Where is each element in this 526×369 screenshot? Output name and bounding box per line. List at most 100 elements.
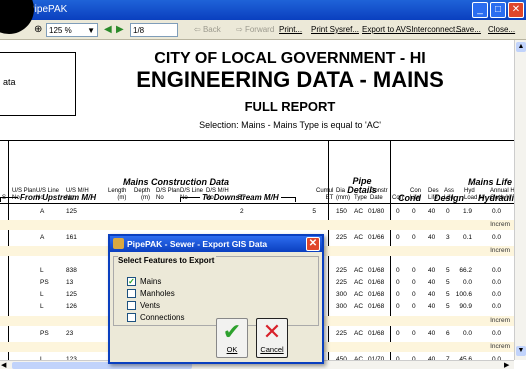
cell-line: PS	[40, 330, 49, 337]
ok-button[interactable]: ✔ OK	[216, 318, 248, 358]
cell-dia: 300	[336, 303, 347, 310]
col-s: S	[2, 195, 7, 201]
cell-hyd: 66.2	[459, 267, 472, 274]
cell-ann: 0.0	[492, 234, 502, 241]
col-ds-plan-no: D/S Plan No	[156, 188, 180, 201]
col-ds-mh-no: D/S M/H No	[206, 188, 229, 201]
increment-label: Increm	[490, 343, 510, 350]
header-divider	[0, 140, 514, 141]
cell-mh: 125	[66, 291, 77, 298]
col-depth: Depth (m)	[134, 188, 151, 201]
cell-ann: 0.0	[492, 330, 502, 337]
cell-et: 2	[240, 208, 244, 215]
checkbox-box[interactable]	[127, 313, 136, 322]
cell-mh: 125	[66, 208, 77, 215]
checkbox-box[interactable]	[127, 289, 136, 298]
minimize-button[interactable]: _	[472, 2, 488, 18]
first-page-icon[interactable]: ◀	[104, 23, 112, 37]
cell-hyd: 1.9	[462, 208, 472, 215]
dialog-app-icon	[113, 238, 124, 249]
cell-mh: 161	[66, 234, 77, 241]
cell-hyd: 0.1	[462, 234, 472, 241]
forward-button[interactable]: ⇨ Forward	[236, 23, 274, 37]
back-label: Back	[202, 25, 221, 34]
cell-dia: 150	[336, 208, 347, 215]
cell-dia: 225	[336, 279, 347, 286]
col-length: Length (m)	[108, 188, 127, 201]
cell-conlife: 0	[412, 291, 416, 298]
checkbox-label: Vents	[140, 301, 161, 310]
col-cumul-et: Cumul ET	[316, 188, 334, 201]
vertical-scrollbar[interactable]: ▲ ▼	[514, 40, 526, 360]
close-window-button[interactable]: ✕	[508, 2, 524, 18]
cell-des: 40	[428, 279, 436, 286]
checkbox-label: Manholes	[140, 289, 175, 298]
scroll-up-button[interactable]: ▲	[516, 42, 526, 52]
cell-line: PS	[40, 279, 49, 286]
dialog-titlebar: PipePAK - Sewer - Export GIS Data ✕	[110, 236, 322, 252]
cell-date: 01/68	[368, 330, 385, 337]
col-con: Con	[392, 195, 404, 201]
scroll-left-button[interactable]: ◀	[1, 361, 6, 369]
cancel-label: Cancel	[260, 345, 284, 354]
col-us-line-no: U/S Line No	[36, 188, 60, 201]
col-ds-line-no: D/S Line No	[180, 188, 204, 201]
col-hyd-load: Hyd Load %	[464, 188, 485, 201]
checkbox-box[interactable]: ✓	[127, 277, 136, 286]
cell-type: AC	[354, 279, 364, 286]
col-constr-date: Constr Date	[370, 188, 388, 201]
cell-conlife: 0	[412, 267, 416, 274]
cell-con: 0	[396, 291, 400, 298]
save-button[interactable]: Save...	[456, 23, 481, 37]
col-et: ET	[238, 195, 246, 201]
cell-date: 01/68	[368, 267, 385, 274]
cell-mh: 13	[66, 279, 74, 286]
col-us-plan-no: U/S Plan No	[12, 188, 36, 201]
report-selection: Selection: Mains - Mains Type is equal t…	[199, 120, 381, 130]
cell-date: 01/80	[368, 208, 385, 215]
scroll-down-button[interactable]: ▼	[516, 346, 526, 356]
cell-hyd: 0.0	[462, 279, 472, 286]
cell-conlife: 0	[412, 208, 416, 215]
close-button[interactable]: Close...	[488, 23, 515, 37]
col-type: Type	[354, 195, 368, 201]
print-button[interactable]: Print...	[279, 23, 302, 37]
cell-mh: 126	[66, 303, 77, 310]
next-page-icon[interactable]: ▶	[116, 23, 124, 37]
col-des-life: Des Life	[428, 188, 439, 201]
cell-date: 01/68	[368, 279, 385, 286]
print-sysref-button[interactable]: Print Sysref...	[311, 23, 359, 37]
scroll-right-button[interactable]: ▶	[504, 361, 509, 369]
report-city: CITY OF LOCAL GOVERNMENT - HI	[154, 50, 426, 67]
dialog-close-button[interactable]: ✕	[306, 237, 320, 251]
col-ass-life: Ass Life	[444, 188, 455, 201]
cell-date: 01/68	[368, 303, 385, 310]
cell-con: 0	[396, 267, 400, 274]
feature-group-label: Select Features to Export	[118, 256, 217, 265]
cell-type: AC	[354, 291, 364, 298]
feature-group: Select Features to Export ✓ Mains Manhole…	[113, 256, 319, 326]
cell-des: 40	[428, 303, 436, 310]
dialog-title: PipePAK - Sewer - Export GIS Data	[127, 239, 268, 249]
ok-label: OK	[226, 345, 238, 354]
cell-date: 01/68	[368, 291, 385, 298]
checkbox-box[interactable]	[127, 301, 136, 310]
cell-type: AC	[354, 303, 364, 310]
cancel-x-icon: ✕	[262, 319, 282, 344]
cell-dia: 225	[336, 267, 347, 274]
zoom-value: 125 %	[49, 26, 72, 35]
cell-conlife: 0	[412, 234, 416, 241]
forward-label: Forward	[244, 25, 275, 34]
back-button[interactable]: ⇦ Back	[194, 23, 221, 37]
zoom-in-icon[interactable]: ⊕	[34, 23, 42, 37]
export-button[interactable]: Export to AVSInterconnect...	[362, 23, 462, 37]
zoom-select[interactable]: 125 % ▼	[46, 23, 98, 37]
maximize-button[interactable]: □	[490, 2, 506, 18]
cell-line: L	[40, 267, 44, 274]
col-us-mh-no: U/S M/H No	[66, 188, 89, 201]
report-subtitle: FULL REPORT	[244, 99, 336, 114]
cancel-button[interactable]: ✕ Cancel	[256, 318, 288, 358]
page-number-field[interactable]: 1/8	[130, 23, 178, 37]
cell-line: L	[40, 303, 44, 310]
cell-hyd: 90.9	[459, 303, 472, 310]
